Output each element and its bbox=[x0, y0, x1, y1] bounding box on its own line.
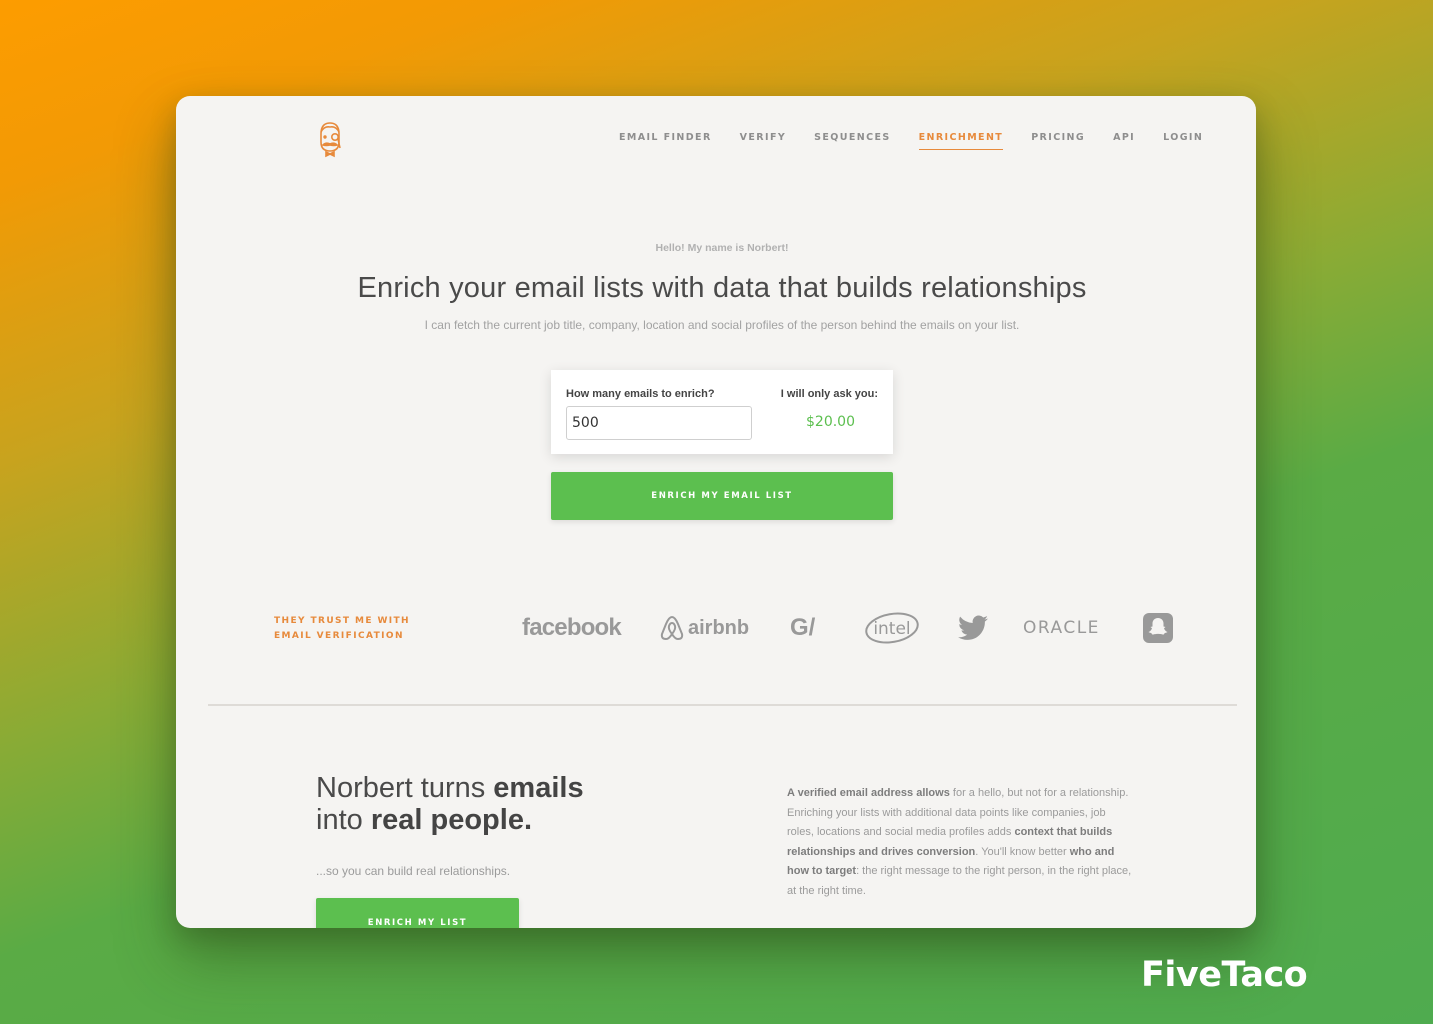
nav-enrichment[interactable]: ENRICHMENT bbox=[918, 132, 1004, 150]
nav-pricing[interactable]: PRICING bbox=[1031, 132, 1085, 150]
hero-subtitle: I can fetch the current job title, compa… bbox=[424, 318, 1020, 332]
section-divider bbox=[208, 704, 1237, 706]
facebook-logo: facebook bbox=[522, 614, 622, 641]
norbert-logo-icon[interactable] bbox=[312, 118, 348, 162]
enrichment-calculator: How many emails to enrich? I will only a… bbox=[551, 370, 893, 454]
airbnb-wordmark: airbnb bbox=[688, 616, 750, 639]
nav-verify[interactable]: VERIFY bbox=[740, 132, 786, 150]
email-count-input[interactable] bbox=[566, 406, 752, 440]
main-nav: EMAIL FINDER VERIFY SEQUENCES ENRICHMENT… bbox=[619, 132, 1231, 150]
snapchat-ghost-icon bbox=[1143, 613, 1173, 643]
feature-paragraph: A verified email address allows for a he… bbox=[787, 784, 1132, 901]
feature-title-bold-2: real people. bbox=[370, 804, 532, 836]
feature-title-text-2: into bbox=[316, 804, 371, 836]
intel-swoosh-icon: intel bbox=[865, 612, 919, 644]
feature-title: Norbert turns emails into real people. bbox=[316, 772, 584, 836]
twitter-logo bbox=[958, 608, 988, 648]
nav-sequences[interactable]: SEQUENCES bbox=[814, 132, 890, 150]
browser-page-card: EMAIL FINDER VERIFY SEQUENCES ENRICHMENT… bbox=[176, 96, 1256, 928]
para-bold-1: A verified email address allows bbox=[787, 787, 950, 799]
trust-line-1: THEY TRUST ME WITH bbox=[274, 616, 410, 626]
airbnb-logo: airbnb bbox=[660, 608, 749, 648]
twitter-bird-icon bbox=[958, 615, 988, 640]
trust-heading: THEY TRUST ME WITH EMAIL VERIFICATION bbox=[274, 614, 410, 644]
hero-eyebrow: Hello! My name is Norbert! bbox=[655, 242, 789, 254]
para-text-2: . You'll know better bbox=[975, 845, 1070, 858]
feature-title-bold-1: emails bbox=[493, 772, 584, 804]
enrich-email-list-button[interactable]: ENRICH MY EMAIL LIST bbox=[551, 472, 893, 520]
nav-api[interactable]: API bbox=[1113, 132, 1135, 150]
feature-title-text-1: Norbert turns bbox=[316, 772, 494, 804]
enrich-my-list-button[interactable]: ENRICH MY LIST bbox=[316, 898, 519, 928]
hero-title: Enrich your email lists with data that b… bbox=[357, 272, 1087, 304]
email-count-label: How many emails to enrich? bbox=[566, 388, 715, 400]
oracle-logo: ORACLE bbox=[1023, 618, 1100, 638]
nav-login[interactable]: LOGIN bbox=[1163, 132, 1203, 150]
feature-tagline: ...so you can build real relationships. bbox=[316, 864, 511, 878]
nav-email-finder[interactable]: EMAIL FINDER bbox=[619, 132, 712, 150]
snapchat-logo bbox=[1143, 608, 1173, 648]
airbnb-belo-icon bbox=[660, 615, 684, 641]
fivetaco-watermark: FiveTaco bbox=[1141, 955, 1308, 995]
g-slash-logo: G/ bbox=[790, 614, 816, 641]
trust-line-2: EMAIL VERIFICATION bbox=[274, 631, 404, 641]
intel-logo: intel bbox=[863, 608, 921, 648]
price-value: $20.00 bbox=[806, 414, 855, 430]
price-label: I will only ask you: bbox=[780, 388, 878, 400]
enrich-my-list-label: ENRICH MY LIST bbox=[367, 918, 468, 928]
intel-wordmark: intel bbox=[873, 619, 910, 639]
